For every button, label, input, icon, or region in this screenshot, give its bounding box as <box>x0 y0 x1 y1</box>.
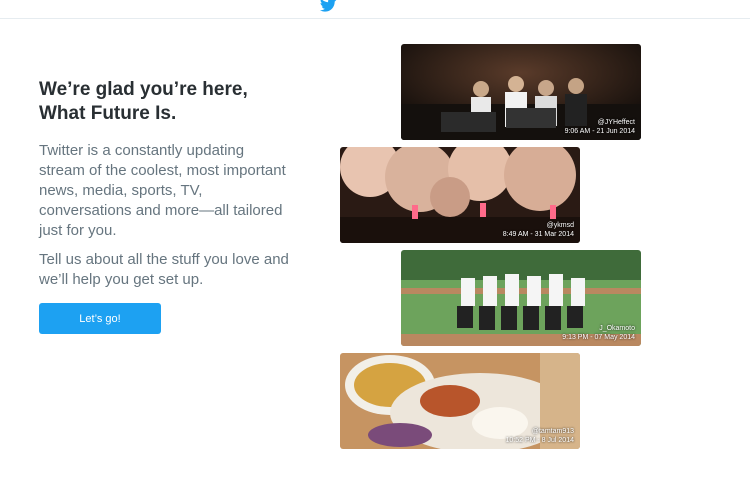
photo-caption: @tamtam913 10:52 PM - 8 Jul 2014 <box>506 427 575 445</box>
photo-timestamp: 9:13 PM - 07 May 2014 <box>562 334 635 341</box>
photo-handle: @JYHeffect <box>597 119 635 126</box>
description-text: Twitter is a constantly updating stream … <box>39 142 286 239</box>
headline-line-2: What Future Is. <box>39 103 177 124</box>
setup-prompt-text: Tell us about all the stuff you love and… <box>39 251 289 288</box>
photo-timestamp: 10:52 PM - 8 Jul 2014 <box>505 437 575 444</box>
photo-handle: @tamtam913 <box>531 428 574 435</box>
twitter-bird-icon[interactable] <box>320 0 337 12</box>
headline-line-1: We’re glad you’re here, <box>39 79 248 100</box>
photo-caption: @ykmsd 8:49 AM - 31 Mar 2014 <box>503 221 574 239</box>
page-title: We’re glad you’re here, What Future Is. <box>39 78 319 126</box>
photo-handle: @ykmsd <box>546 222 574 229</box>
photo-caption: @JYHeffect 9:06 AM - 21 Jun 2014 <box>565 118 635 136</box>
photo-card-team: J_Okamoto 9:13 PM - 07 May 2014 <box>401 250 641 346</box>
photo-timestamp: 9:06 AM - 21 Jun 2014 <box>564 128 635 135</box>
photo-card-food: @tamtam913 10:52 PM - 8 Jul 2014 <box>340 353 580 449</box>
photo-card-blossoms: @ykmsd 8:49 AM - 31 Mar 2014 <box>340 147 580 243</box>
photo-caption: J_Okamoto 9:13 PM - 07 May 2014 <box>562 324 635 342</box>
top-bar <box>0 0 750 19</box>
lets-go-button[interactable]: Let’s go! <box>39 303 161 334</box>
photo-timestamp: 8:49 AM - 31 Mar 2014 <box>502 231 574 238</box>
photo-handle: J_Okamoto <box>599 325 635 332</box>
photo-card-concert: @JYHeffect 9:06 AM - 21 Jun 2014 <box>401 44 641 140</box>
